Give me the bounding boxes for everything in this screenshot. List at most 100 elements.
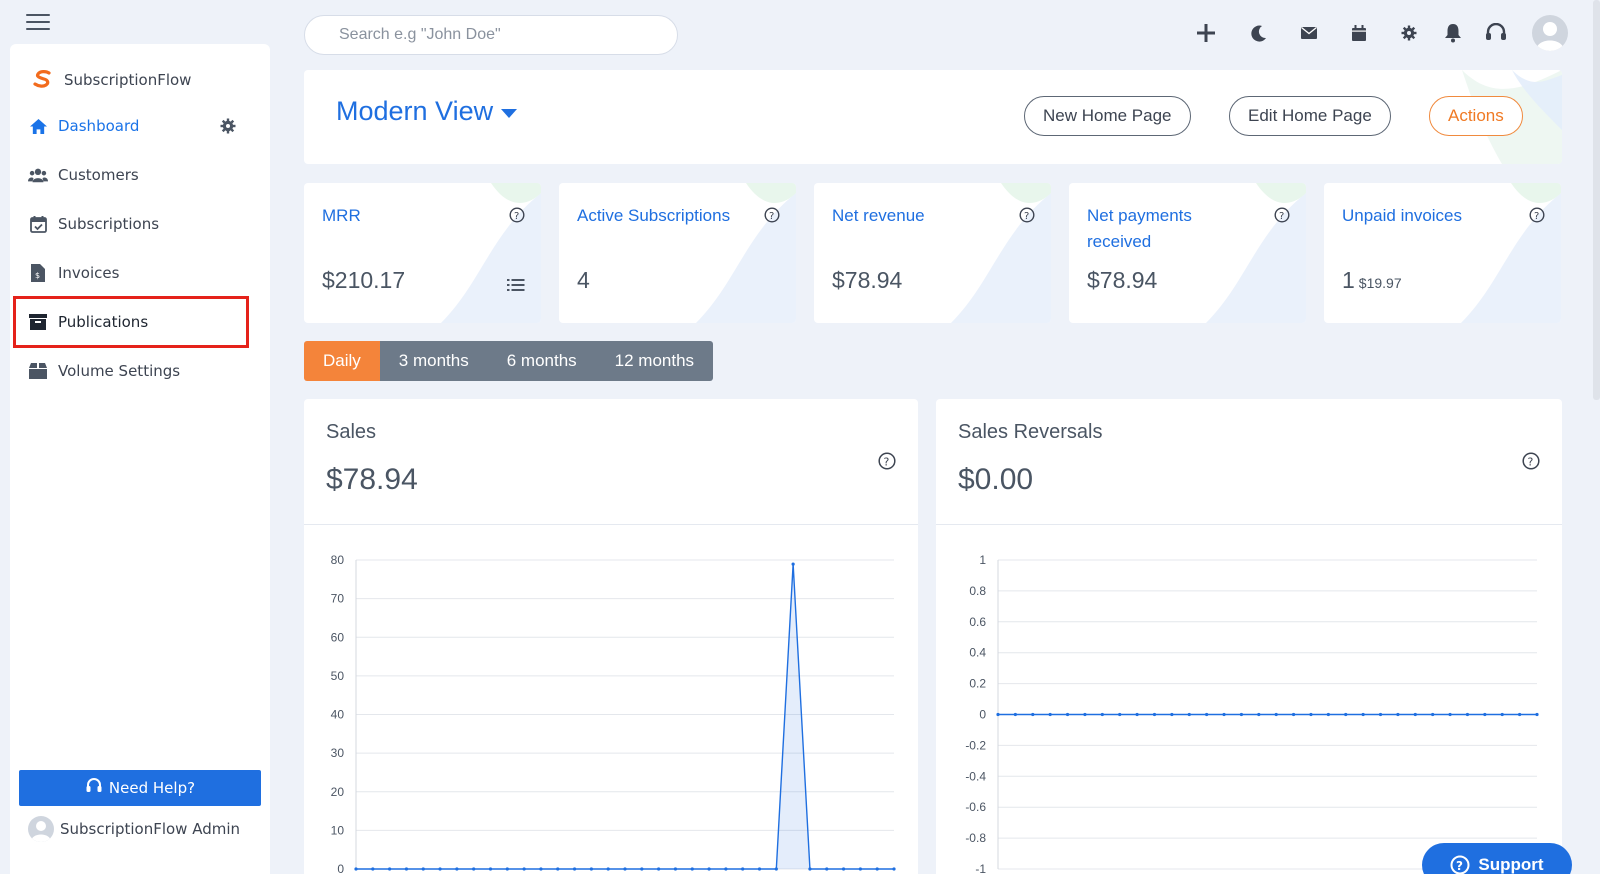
data-point xyxy=(472,867,476,871)
data-point xyxy=(505,867,509,871)
y-tick-label: -0.2 xyxy=(965,738,986,752)
tab-daily[interactable]: Daily xyxy=(304,341,380,381)
mail-icon[interactable] xyxy=(1296,20,1322,46)
search-input[interactable] xyxy=(304,15,678,55)
sales-chart-card: Sales $78.94 ? 80 70 60 50 40 30 20 10 0 xyxy=(304,399,918,874)
admin-name: SubscriptionFlow Admin xyxy=(60,820,241,838)
data-point xyxy=(488,867,493,871)
actions-button[interactable]: Actions xyxy=(1429,96,1523,136)
data-point xyxy=(774,867,778,871)
stat-card-net-payments-received: Net payments received ? $78.94 xyxy=(1069,183,1306,323)
data-point xyxy=(791,562,795,566)
data-point xyxy=(825,867,829,871)
stat-title: Net payments received xyxy=(1087,206,1192,251)
caret-down-icon xyxy=(501,109,518,118)
svg-text:?: ? xyxy=(1456,859,1463,873)
help-circle-icon[interactable]: ? xyxy=(1522,452,1540,470)
data-point xyxy=(1344,712,1348,717)
y-tick-label: 0.6 xyxy=(969,615,986,629)
menu-toggle-icon[interactable] xyxy=(26,14,50,32)
avatar[interactable] xyxy=(1532,15,1568,51)
data-point xyxy=(539,867,543,871)
data-point xyxy=(808,867,812,871)
help-circle-icon[interactable]: ? xyxy=(878,452,896,470)
data-point xyxy=(757,867,762,871)
help-circle-icon[interactable]: ? xyxy=(764,207,780,223)
view-header: Modern View New Home Page Edit Home Page… xyxy=(304,70,1562,164)
headset-icon[interactable] xyxy=(1483,20,1509,46)
chart-value: $78.94 xyxy=(326,463,418,496)
data-point xyxy=(1205,712,1209,717)
data-point xyxy=(1083,712,1087,717)
list-icon[interactable] xyxy=(507,278,525,292)
sidebar-item-volume-settings[interactable]: Volume Settings xyxy=(26,353,256,389)
stat-card-unpaid-invoices: Unpaid invoices ? 1 $19.97 xyxy=(1324,183,1561,323)
data-point xyxy=(388,867,392,871)
data-point xyxy=(354,867,358,871)
dashboard-settings-gear-icon[interactable] xyxy=(220,118,236,134)
support-button[interactable]: ? Support xyxy=(1422,843,1572,874)
data-point xyxy=(858,867,862,871)
tab-6-months[interactable]: 6 months xyxy=(487,341,596,381)
y-tick-label: 0.4 xyxy=(969,646,986,660)
svg-text:?: ? xyxy=(769,211,774,222)
data-point xyxy=(572,867,577,871)
stat-card-mrr: MRR ? $210.17 xyxy=(304,183,541,323)
stat-value: $78.94 xyxy=(832,267,902,294)
sidebar-item-subscriptions[interactable]: Subscriptions xyxy=(26,206,256,242)
data-point xyxy=(606,867,610,871)
support-label: Support xyxy=(1478,855,1544,874)
calendar-icon[interactable] xyxy=(1346,20,1372,46)
data-point xyxy=(1448,712,1452,717)
sidebar-item-invoices[interactable]: $ Invoices xyxy=(26,255,256,291)
bell-icon[interactable] xyxy=(1440,20,1466,46)
sidebar-item-customers[interactable]: Customers xyxy=(26,157,256,193)
stat-title: MRR xyxy=(322,206,361,225)
data-point xyxy=(1013,712,1017,717)
tab-12-months[interactable]: 12 months xyxy=(595,341,714,381)
page-scrollbar[interactable] xyxy=(1593,0,1600,400)
data-point xyxy=(875,867,879,871)
stat-value-main: 1 xyxy=(1342,267,1355,293)
tab-3-months[interactable]: 3 months xyxy=(379,341,488,381)
y-tick-label: 30 xyxy=(331,746,345,760)
plus-icon[interactable] xyxy=(1193,20,1219,46)
brand[interactable]: SubscriptionFlow xyxy=(30,68,191,92)
data-point xyxy=(1100,712,1104,717)
stat-value: 4 xyxy=(577,267,590,294)
svg-text:?: ? xyxy=(1024,211,1029,222)
new-home-page-button[interactable]: New Home Page xyxy=(1024,96,1191,136)
data-point xyxy=(421,867,425,871)
data-point xyxy=(1031,712,1035,717)
avatar xyxy=(28,816,54,842)
help-circle-icon[interactable]: ? xyxy=(509,207,525,223)
y-tick-label: 40 xyxy=(331,708,345,722)
help-circle-icon[interactable]: ? xyxy=(1019,207,1035,223)
data-point xyxy=(1535,712,1539,717)
data-point xyxy=(673,867,678,871)
data-point xyxy=(1152,712,1157,717)
sales-reversals-chart-card: Sales Reversals $0.00 ? 1 0.8 0.6 0.4 0.2 0 -0… xyxy=(936,399,1562,874)
data-point xyxy=(371,867,375,871)
data-point xyxy=(1326,712,1330,717)
sidebar: SubscriptionFlow Dashboard Customers Sub… xyxy=(10,44,270,874)
help-circle-icon[interactable]: ? xyxy=(1274,207,1290,223)
data-point xyxy=(1518,712,1522,717)
data-point xyxy=(1187,712,1191,717)
y-tick-label: 80 xyxy=(331,553,345,567)
edit-home-page-button[interactable]: Edit Home Page xyxy=(1229,96,1391,136)
view-selector[interactable]: Modern View xyxy=(336,96,518,127)
y-tick-label: 0 xyxy=(979,708,986,722)
moon-icon[interactable] xyxy=(1246,20,1272,46)
series-line xyxy=(356,564,894,870)
y-tick-label: -1 xyxy=(975,862,986,874)
admin-user[interactable]: SubscriptionFlow Admin xyxy=(28,816,240,842)
svg-text:?: ? xyxy=(1534,211,1539,222)
gear-icon[interactable] xyxy=(1396,20,1422,46)
need-help-button[interactable]: Need Help? xyxy=(19,770,261,806)
data-point xyxy=(1222,712,1226,717)
help-circle-icon[interactable]: ? xyxy=(1529,207,1545,223)
svg-text:?: ? xyxy=(1528,456,1534,469)
stat-value-main: $78.94 xyxy=(1087,267,1158,293)
svg-text:?: ? xyxy=(1279,211,1284,222)
